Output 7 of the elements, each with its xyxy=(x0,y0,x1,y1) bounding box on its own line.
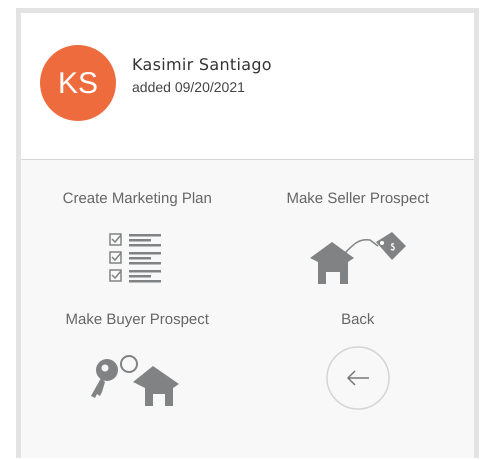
action-label[interactable]: Make Buyer Prospect xyxy=(66,308,209,331)
added-date: added 09/20/2021 xyxy=(132,78,246,97)
action-label[interactable]: Create Marketing Plan xyxy=(62,188,212,210)
contact-name: Kasimir Santiago xyxy=(132,54,272,76)
avatar: KS xyxy=(40,45,116,121)
action-label[interactable]: Make Seller Prospect xyxy=(286,188,430,210)
action-label[interactable]: Back xyxy=(341,308,374,331)
